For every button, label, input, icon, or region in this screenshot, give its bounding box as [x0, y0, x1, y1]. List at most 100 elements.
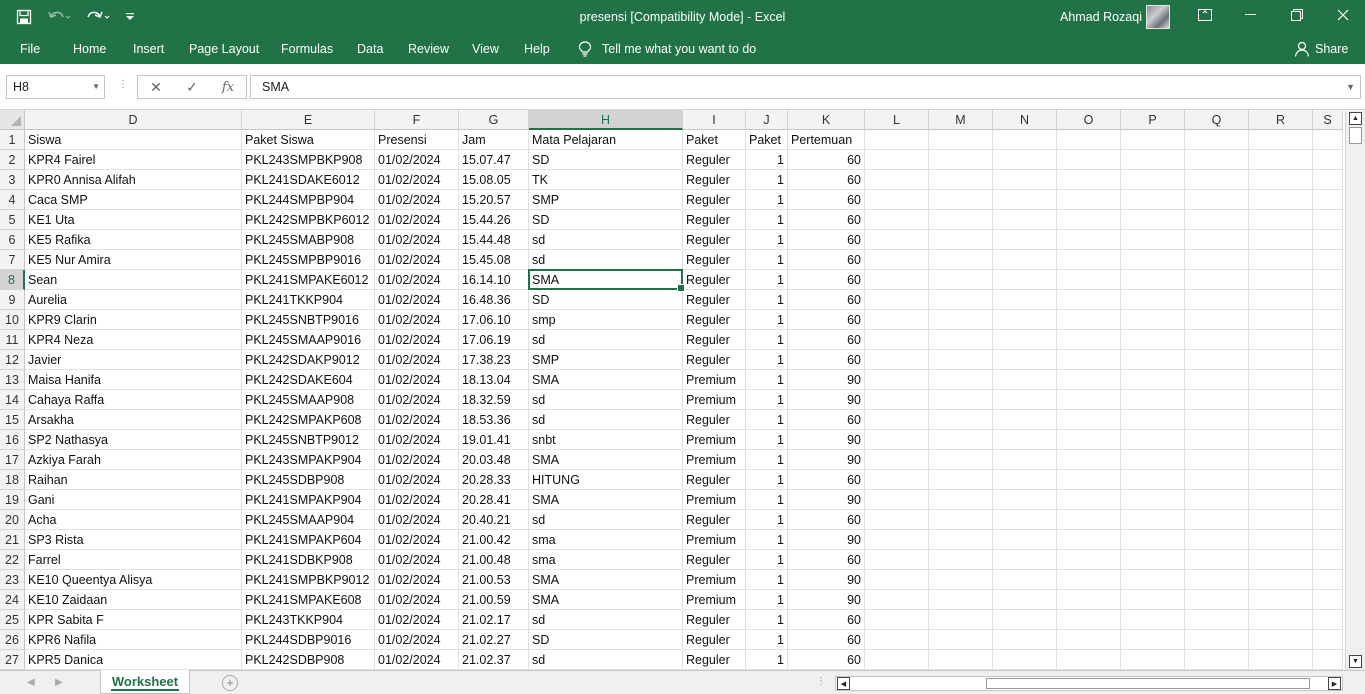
cell[interactable]: 60 — [788, 650, 865, 670]
cell[interactable] — [1249, 570, 1313, 590]
cell[interactable]: Reguler — [683, 550, 746, 570]
cell[interactable]: 60 — [788, 610, 865, 630]
cell[interactable]: 21.02.17 — [459, 610, 529, 630]
cell[interactable] — [1121, 450, 1185, 470]
cell[interactable] — [1249, 510, 1313, 530]
cell[interactable]: Premium — [683, 590, 746, 610]
cell[interactable]: 90 — [788, 430, 865, 450]
cell[interactable]: Reguler — [683, 310, 746, 330]
cell[interactable]: Reguler — [683, 150, 746, 170]
cell[interactable] — [1313, 350, 1343, 370]
cell[interactable] — [993, 510, 1057, 530]
name-box[interactable]: H8 ▼ — [6, 75, 105, 99]
hscroll-grip-icon[interactable]: ⋮ — [816, 676, 826, 687]
cell[interactable] — [1249, 330, 1313, 350]
cell[interactable] — [1249, 490, 1313, 510]
cell[interactable] — [865, 470, 929, 490]
cell[interactable]: KPR5 Danica — [25, 650, 242, 670]
cell[interactable] — [865, 590, 929, 610]
cell[interactable]: 1 — [746, 650, 788, 670]
cell[interactable] — [1121, 250, 1185, 270]
cell[interactable]: PKL245SNBTP9016 — [242, 310, 375, 330]
cell[interactable] — [1121, 530, 1185, 550]
cell[interactable]: PKL242SMPAKP608 — [242, 410, 375, 430]
cell[interactable]: 01/02/2024 — [375, 530, 459, 550]
cell[interactable] — [1121, 550, 1185, 570]
column-title-cell[interactable]: Paket Siswa — [242, 130, 375, 150]
cell[interactable] — [1249, 270, 1313, 290]
cell[interactable] — [1121, 190, 1185, 210]
cell[interactable] — [1249, 610, 1313, 630]
cell[interactable]: Reguler — [683, 630, 746, 650]
cell[interactable]: SP2 Nathasya — [25, 430, 242, 450]
cell[interactable]: 15.44.26 — [459, 210, 529, 230]
cell[interactable]: Premium — [683, 530, 746, 550]
cell[interactable]: KE1 Uta — [25, 210, 242, 230]
column-header-p[interactable]: P — [1121, 110, 1185, 130]
cell[interactable]: 1 — [746, 150, 788, 170]
scroll-down-icon[interactable]: ▼ — [1349, 655, 1362, 668]
cell[interactable]: 1 — [746, 530, 788, 550]
cell[interactable]: 1 — [746, 610, 788, 630]
customize-qat-button[interactable] — [120, 3, 140, 31]
row-header[interactable]: 24 — [0, 590, 25, 610]
cell[interactable] — [1313, 410, 1343, 430]
cell[interactable]: sma — [529, 530, 683, 550]
cell[interactable] — [929, 490, 993, 510]
row-header[interactable]: 26 — [0, 630, 25, 650]
cell[interactable]: Gani — [25, 490, 242, 510]
cell[interactable]: 1 — [746, 450, 788, 470]
cell[interactable] — [1185, 630, 1249, 650]
cell[interactable] — [1057, 270, 1121, 290]
cell[interactable]: SD — [529, 150, 683, 170]
cell[interactable]: Reguler — [683, 350, 746, 370]
cell[interactable]: KPR Sabita F — [25, 610, 242, 630]
cell[interactable]: 20.28.41 — [459, 490, 529, 510]
cell[interactable] — [929, 290, 993, 310]
cell[interactable] — [865, 490, 929, 510]
cell[interactable] — [1185, 490, 1249, 510]
redo-button[interactable] — [80, 3, 118, 31]
cell[interactable] — [1121, 310, 1185, 330]
cell[interactable] — [993, 570, 1057, 590]
cell[interactable]: 01/02/2024 — [375, 550, 459, 570]
cell[interactable]: Premium — [683, 570, 746, 590]
vertical-scrollbar[interactable]: ▲ ▼ — [1345, 110, 1365, 670]
cell[interactable] — [929, 210, 993, 230]
cell[interactable] — [1057, 310, 1121, 330]
cell[interactable]: 1 — [746, 430, 788, 450]
tab-review[interactable]: Review — [408, 34, 449, 64]
cell[interactable]: 01/02/2024 — [375, 490, 459, 510]
cell[interactable] — [929, 330, 993, 350]
cell[interactable]: sd — [529, 330, 683, 350]
cell[interactable]: PKL241SDAKE6012 — [242, 170, 375, 190]
cell[interactable] — [1249, 170, 1313, 190]
cell[interactable] — [1249, 450, 1313, 470]
tab-data[interactable]: Data — [357, 34, 383, 64]
cell[interactable]: Reguler — [683, 510, 746, 530]
cell[interactable]: 60 — [788, 190, 865, 210]
cell[interactable]: 90 — [788, 570, 865, 590]
column-title-cell[interactable] — [993, 130, 1057, 150]
cell[interactable] — [1313, 170, 1343, 190]
cell[interactable] — [1121, 650, 1185, 670]
tab-view[interactable]: View — [472, 34, 499, 64]
column-header-h[interactable]: H — [529, 110, 683, 130]
cell[interactable]: 90 — [788, 390, 865, 410]
scroll-left-icon[interactable]: ◀ — [837, 677, 850, 690]
cell[interactable] — [929, 430, 993, 450]
cell[interactable]: PKL245SDBP908 — [242, 470, 375, 490]
cell[interactable] — [993, 190, 1057, 210]
sheet-tab-worksheet[interactable]: Worksheet — [100, 670, 190, 694]
cell[interactable] — [1249, 590, 1313, 610]
cell[interactable] — [1057, 450, 1121, 470]
cell[interactable]: Reguler — [683, 250, 746, 270]
cell[interactable] — [993, 370, 1057, 390]
cell[interactable]: 20.40.21 — [459, 510, 529, 530]
cell[interactable] — [1249, 550, 1313, 570]
cell[interactable]: 01/02/2024 — [375, 250, 459, 270]
cell[interactable] — [1249, 430, 1313, 450]
column-title-cell[interactable]: Siswa — [25, 130, 242, 150]
cell[interactable] — [1121, 410, 1185, 430]
cell[interactable]: SMA — [529, 270, 683, 290]
